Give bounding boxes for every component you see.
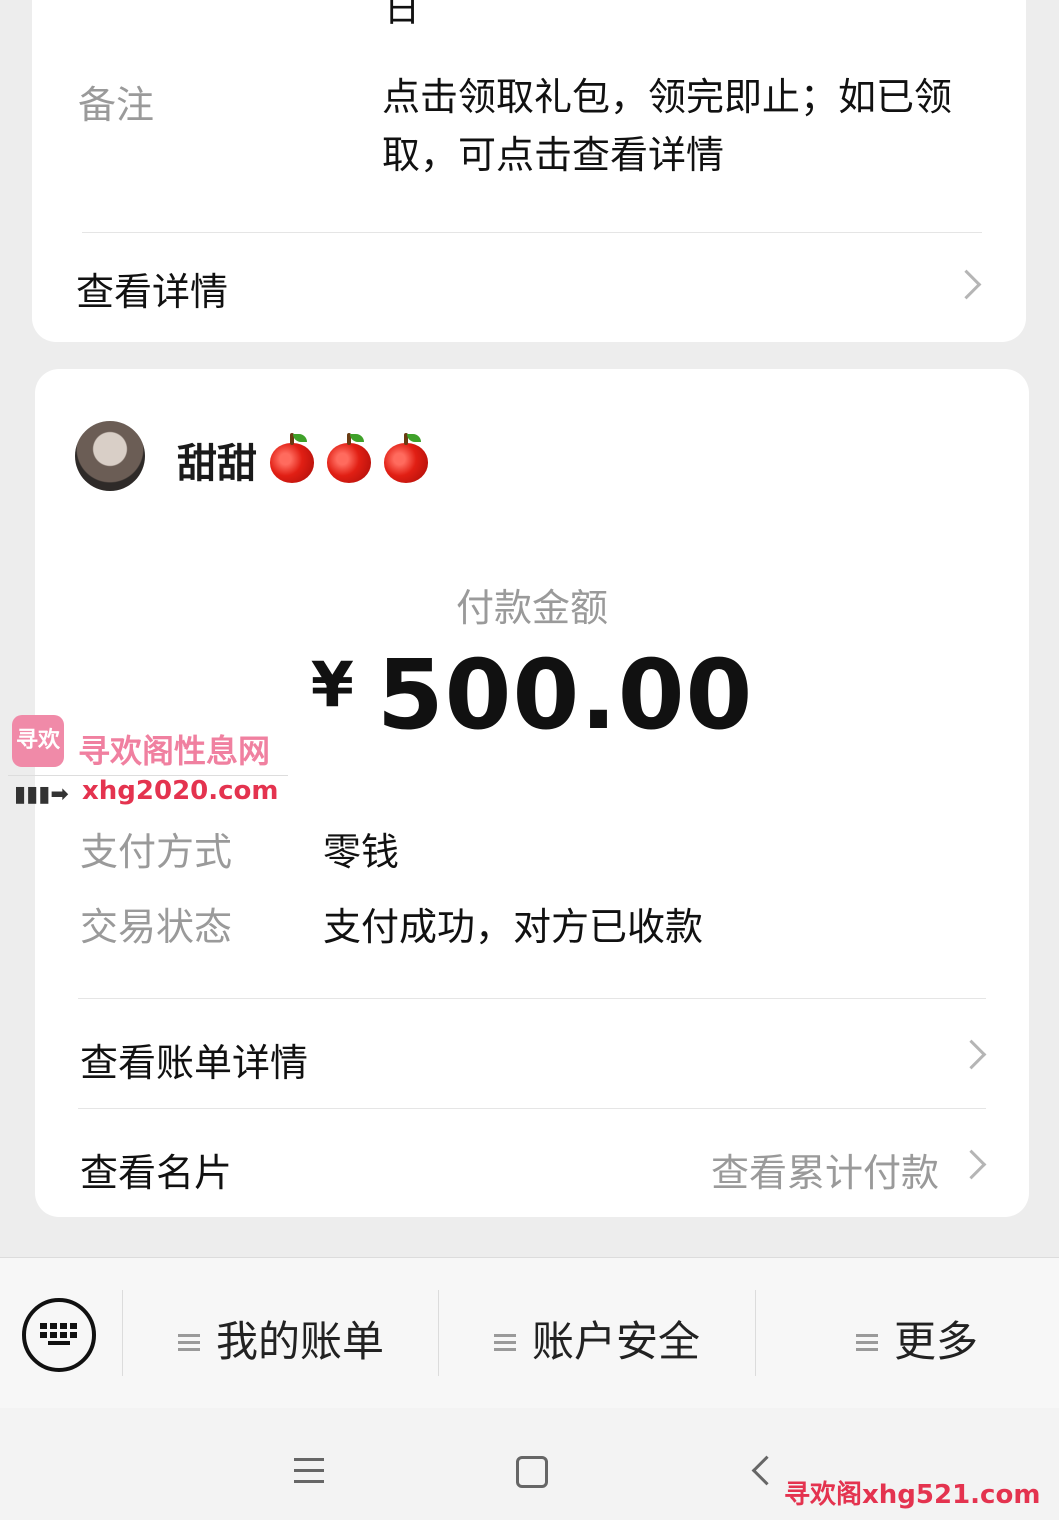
watermark-url-bottom: 寻欢阁xhg521.com (784, 1480, 1041, 1510)
menu-account-security-label: 账户安全 (532, 1317, 701, 1366)
menu-more[interactable]: 更多 (856, 1308, 978, 1369)
recent-apps-icon[interactable] (294, 1458, 324, 1484)
payment-method-label: 支付方式 (80, 830, 233, 874)
remark-value: 点击领取礼包，领完即止；如已领取，可点击查看详情 (382, 75, 953, 177)
menu-separator (438, 1290, 439, 1376)
arrow-right-icon: ▮▮▮➡ (14, 782, 69, 807)
payee-name: 甜甜 (177, 431, 428, 489)
menu-icon (856, 1334, 878, 1352)
service-menu-bar: 我的账单 账户安全 更多 (0, 1257, 1059, 1409)
view-card-label: 查看名片 (80, 1151, 233, 1195)
apple-emoji-icon (270, 433, 314, 483)
chevron-right-icon (951, 269, 982, 300)
keyboard-icon (40, 1323, 78, 1345)
transaction-status-label: 交易状态 (80, 905, 233, 949)
chevron-right-icon (956, 1039, 987, 1070)
amount-label: 付款金额 (455, 586, 608, 630)
currency-symbol: ¥ (310, 648, 355, 721)
menu-icon (494, 1334, 516, 1352)
view-details-row[interactable]: 查看详情 (32, 233, 1026, 333)
chevron-right-icon (956, 1149, 987, 1180)
menu-my-bills[interactable]: 我的账单 (178, 1308, 384, 1369)
menu-account-security[interactable]: 账户安全 (494, 1308, 700, 1369)
bill-details-row[interactable]: 查看账单详情 (35, 999, 1029, 1107)
view-card-row[interactable]: 查看名片 查看累计付款 (35, 1109, 1029, 1217)
payee-name-text: 甜甜 (177, 441, 257, 487)
avatar[interactable] (75, 421, 145, 491)
view-total-payment-link[interactable]: 查看累计付款 (711, 1142, 939, 1197)
back-icon[interactable] (751, 1455, 782, 1486)
date-tail: 日 (384, 0, 421, 30)
amount-value: 500.00 (376, 639, 754, 751)
apple-emoji-icon (327, 433, 371, 483)
watermark-site-name: 寻欢阁性息网 (78, 732, 271, 770)
watermark-logo: 寻欢 (12, 715, 64, 767)
remark-label: 备注 (78, 83, 155, 127)
payment-method-value: 零钱 (323, 830, 400, 874)
menu-icon (178, 1334, 200, 1352)
view-details-label: 查看详情 (76, 270, 229, 314)
menu-separator (122, 1290, 123, 1376)
menu-separator (755, 1290, 756, 1376)
message-card: 日 备注 点击领取礼包，领完即止；如已领取，可点击查看详情 查看详情 (32, 0, 1026, 342)
keyboard-toggle-button[interactable] (22, 1298, 96, 1372)
apple-emoji-icon (384, 433, 428, 483)
menu-my-bills-label: 我的账单 (216, 1317, 385, 1366)
transaction-status-value: 支付成功，对方已收款 (323, 905, 704, 949)
menu-more-label: 更多 (894, 1317, 979, 1366)
watermark-url: xhg2020.com (82, 776, 279, 806)
home-icon[interactable] (516, 1456, 548, 1488)
payment-detail-screen: 日 备注 点击领取礼包，领完即止；如已领取，可点击查看详情 查看详情 甜甜 付款… (0, 0, 1059, 1520)
bill-details-label: 查看账单详情 (80, 1041, 309, 1085)
